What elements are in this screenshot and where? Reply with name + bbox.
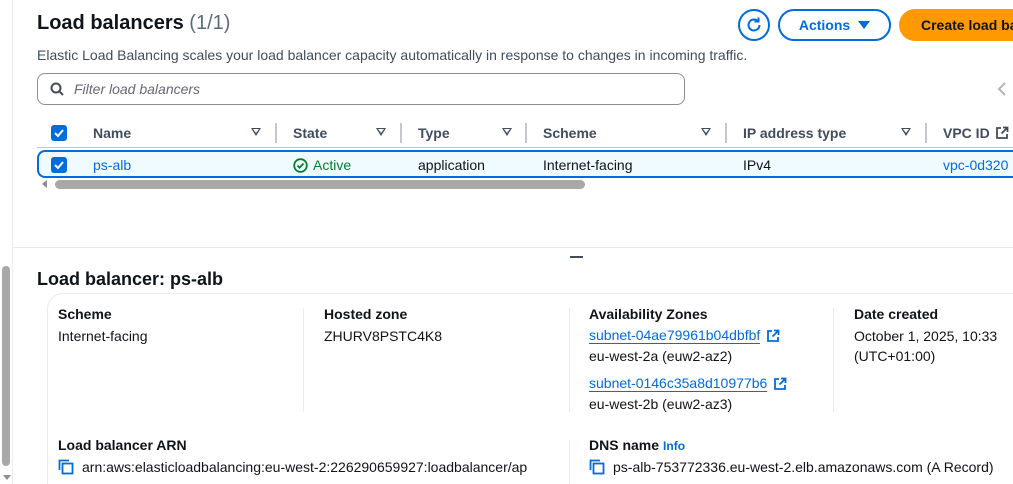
subnet-zone-2: eu-west-2b (euw2-az3) — [589, 396, 733, 412]
check-icon — [54, 161, 64, 170]
page-title-count: (1/1) — [189, 12, 231, 34]
column-divider — [303, 308, 304, 412]
select-all-checkbox-box[interactable] — [51, 125, 67, 141]
column-divider[interactable] — [925, 123, 927, 143]
scheme-label: Scheme — [58, 306, 112, 322]
copy-icon[interactable] — [58, 459, 74, 475]
filter-box[interactable] — [37, 73, 685, 105]
column-header-name-label: Name — [93, 125, 132, 141]
column-header-type-label: Type — [418, 125, 450, 141]
subnet-link-2[interactable]: subnet-0146c35a8d10977b6 — [589, 375, 787, 392]
chevron-left-icon[interactable] — [997, 82, 1007, 96]
column-divider[interactable] — [400, 123, 402, 143]
subnet-link-2-text[interactable]: subnet-0146c35a8d10977b6 — [589, 375, 768, 392]
subnet-link-1-text[interactable]: subnet-04ae79961b04dbfbf — [589, 327, 761, 344]
hosted-zone-value: ZHURV8PSTC4K8 — [324, 328, 443, 344]
sort-icon[interactable] — [701, 128, 711, 136]
availability-zones-label: Availability Zones — [589, 306, 708, 322]
column-header-vpc-id[interactable]: VPC ID — [943, 118, 1009, 148]
external-link-icon — [995, 126, 1009, 139]
scheme-value: Internet-facing — [58, 328, 148, 344]
date-created-value-line2: (UTC+01:00) — [854, 348, 936, 364]
column-header-state[interactable]: State — [293, 118, 327, 148]
dns-name-label: DNS name Info — [589, 437, 685, 453]
column-header-ip-address-type-label: IP address type — [743, 125, 847, 141]
column-divider — [569, 308, 570, 412]
sort-icon[interactable] — [901, 128, 911, 136]
details-container: Scheme Internet-facing Hosted zone ZHURV… — [47, 293, 1013, 484]
dns-info-link[interactable]: Info — [663, 439, 685, 453]
refresh-icon — [747, 17, 761, 32]
horizontal-scrollbar-thumb[interactable] — [55, 180, 585, 189]
filter-input[interactable] — [74, 81, 654, 97]
check-icon — [54, 129, 64, 138]
create-load-balancer-button[interactable]: Create load ba — [899, 9, 1013, 41]
column-header-vpc-id-label: VPC ID — [943, 125, 990, 141]
caret-down-icon — [858, 21, 871, 29]
column-divider — [569, 440, 570, 484]
row-ip-address-type: IPv4 — [743, 157, 772, 173]
page-title: Load balancers (1/1) — [37, 12, 230, 35]
column-divider[interactable] — [275, 123, 277, 143]
table-header: Name State Type Scheme IP address type V… — [37, 118, 1013, 148]
subnet-zone-1: eu-west-2a (euw2-az2) — [589, 348, 733, 364]
row-checkbox[interactable] — [51, 152, 67, 178]
refresh-button[interactable] — [738, 9, 770, 41]
column-divider — [833, 308, 834, 412]
dns-name-value: ps-alb-753772336.eu-west-2.elb.amazonaws… — [589, 459, 994, 478]
scroll-left-arrow[interactable] — [42, 180, 47, 188]
page-title-text: Load balancers — [37, 12, 184, 34]
sort-icon[interactable] — [376, 128, 386, 136]
date-created-label: Date created — [854, 306, 939, 322]
page-description: Elastic Load Balancing scales your load … — [37, 47, 748, 63]
load-balancers-table-panel: Load balancers (1/1) Actions Create load… — [13, 0, 1013, 248]
column-divider[interactable] — [725, 123, 727, 143]
search-icon — [50, 82, 64, 96]
scroll-down-arrow[interactable] — [3, 475, 11, 480]
sort-icon[interactable] — [251, 128, 261, 136]
dns-name-label-text: DNS name — [589, 437, 660, 453]
details-panel: Load balancer: ps-alb Scheme Internet-fa… — [13, 249, 1013, 484]
copy-icon[interactable] — [589, 459, 605, 475]
column-header-type[interactable]: Type — [418, 118, 450, 148]
vertical-scrollbar-thumb[interactable] — [2, 266, 10, 466]
row-state-label: Active — [313, 157, 352, 173]
details-title: Load balancer: ps-alb — [37, 269, 224, 289]
external-link-icon — [767, 329, 780, 342]
row-scheme: Internet-facing — [543, 157, 633, 173]
column-header-scheme[interactable]: Scheme — [543, 118, 597, 148]
row-state: Active — [293, 152, 351, 178]
status-success-icon — [293, 157, 308, 173]
date-created-value-line1: October 1, 2025, 10:33 — [854, 328, 998, 344]
arn-value-text: arn:aws:elasticloadbalancing:eu-west-2:2… — [82, 459, 528, 475]
actions-dropdown-button[interactable]: Actions — [778, 9, 891, 41]
column-header-state-label: State — [293, 125, 328, 141]
arn-value: arn:aws:elasticloadbalancing:eu-west-2:2… — [58, 459, 527, 478]
hosted-zone-label: Hosted zone — [324, 306, 408, 322]
row-checkbox-box[interactable] — [51, 157, 67, 173]
vertical-scrollbar[interactable] — [0, 0, 13, 484]
dns-name-value-text: ps-alb-753772336.eu-west-2.elb.amazonaws… — [613, 459, 994, 475]
column-header-name[interactable]: Name — [93, 118, 131, 148]
subnet-link-1[interactable]: subnet-04ae79961b04dbfbf — [589, 327, 780, 344]
row-vpc-id-link[interactable]: vpc-0d320 — [943, 152, 1008, 178]
column-header-ip-address-type[interactable]: IP address type — [743, 118, 846, 148]
arn-label: Load balancer ARN — [58, 437, 187, 453]
row-name-link[interactable]: ps-alb — [93, 152, 131, 178]
select-all-checkbox[interactable] — [51, 118, 67, 148]
row-type: application — [418, 157, 485, 173]
column-divider[interactable] — [525, 123, 527, 143]
actions-label: Actions — [798, 17, 851, 33]
table-row[interactable]: ps-alb Active application Internet-facin… — [37, 150, 1013, 178]
create-load-balancer-label: Create load ba — [921, 17, 1013, 33]
sort-icon[interactable] — [502, 128, 512, 136]
column-header-scheme-label: Scheme — [543, 125, 597, 141]
external-link-icon — [774, 377, 787, 390]
